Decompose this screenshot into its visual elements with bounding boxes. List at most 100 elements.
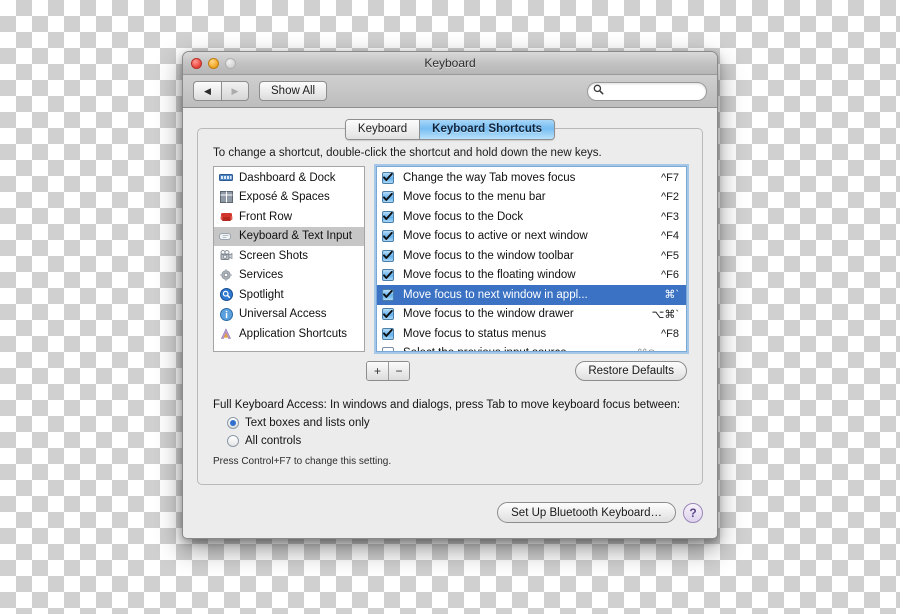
sidebar-item-label: Keyboard & Text Input (239, 230, 352, 243)
setup-bluetooth-keyboard-button[interactable]: Set Up Bluetooth Keyboard… (497, 502, 676, 523)
shortcut-row-selected[interactable]: Move focus to next window in appl... ⌘` (377, 285, 686, 305)
shortcut-checkbox[interactable] (382, 171, 394, 184)
shortcut-checkbox[interactable] (382, 210, 394, 223)
sidebar-item-spotlight[interactable]: Spotlight (214, 285, 364, 305)
shortcut-label: Change the way Tab moves focus (403, 171, 576, 184)
help-button[interactable]: ? (683, 502, 703, 523)
show-all-button[interactable]: Show All (259, 81, 328, 101)
shortcut-label: Move focus to status menus (403, 327, 547, 340)
sidebar-item-keyboard-text-input[interactable]: Keyboard & Text Input (214, 226, 364, 246)
spotlight-icon (218, 288, 234, 302)
shortcut-row[interactable]: Move focus to the Dock ^F3 (377, 207, 686, 227)
sidebar-item-label: Screen Shots (239, 249, 309, 262)
radio-option-text-boxes[interactable]: Text boxes and lists only (213, 417, 687, 429)
window-body: Keyboard Keyboard Shortcuts To change a … (183, 108, 717, 537)
info-circle-icon (218, 307, 234, 321)
sidebar-item-front-row[interactable]: Front Row (214, 207, 364, 227)
shortcut-checkbox[interactable] (382, 249, 394, 262)
sidebar-item-label: Application Shortcuts (239, 327, 348, 340)
shortcut-checkbox[interactable] (382, 308, 394, 321)
radio-button-selected[interactable] (227, 417, 239, 429)
tab-keyboard-shortcuts[interactable]: Keyboard Shortcuts (419, 120, 555, 139)
radio-option-all-controls[interactable]: All controls (213, 435, 687, 447)
shortcuts-panel: To change a shortcut, double-click the s… (197, 128, 703, 485)
shortcut-keys: ^F5 (661, 249, 679, 262)
sidebar-item-label: Universal Access (239, 308, 327, 321)
sidebar-item-label: Spotlight (239, 288, 284, 301)
sidebar-item-label: Exposé & Spaces (239, 191, 330, 204)
shortcut-row[interactable]: Select the previous input source ⌘Space (377, 344, 686, 351)
shortcut-keys: ⌥⌘` (651, 308, 679, 321)
shortcut-label: Move focus to the window toolbar (403, 249, 574, 262)
navigation-buttons: ◀ ▶ (193, 81, 249, 101)
shortcut-keys: ^F3 (661, 210, 679, 223)
list-controls: + − Restore Defaults (213, 361, 687, 381)
full-keyboard-access-label: Full Keyboard Access: In windows and dia… (213, 399, 681, 411)
shortcut-checkbox[interactable] (382, 230, 394, 243)
shortcut-keys: ^F8 (661, 327, 679, 340)
spaces-grid-icon (218, 190, 234, 204)
shortcut-checkbox[interactable] (382, 191, 394, 204)
shortcut-label: Move focus to next window in appl... (403, 288, 588, 301)
window-title: Keyboard (424, 56, 476, 70)
sidebar-item-label: Front Row (239, 210, 293, 223)
category-list[interactable]: Dashboard & Dock Exposé & Spaces Front R… (213, 166, 365, 352)
shortcut-row[interactable]: Move focus to active or next window ^F4 (377, 227, 686, 247)
camera-icon (218, 249, 234, 263)
shortcut-keys: ^F2 (661, 191, 679, 204)
keyboard-icon (218, 229, 234, 243)
sidebar-item-label: Services (239, 269, 284, 282)
search-input[interactable] (607, 85, 703, 97)
search-field[interactable] (587, 81, 707, 101)
shortcut-row[interactable]: Move focus to the floating window ^F6 (377, 266, 686, 286)
window-footer: Set Up Bluetooth Keyboard… ? (497, 502, 703, 523)
dock-icon (218, 171, 234, 185)
app-shortcuts-icon (218, 327, 234, 341)
forward-button[interactable]: ▶ (221, 81, 249, 101)
tab-keyboard[interactable]: Keyboard (345, 120, 420, 139)
add-remove-group: + − (366, 361, 410, 381)
radio-label: All controls (245, 435, 302, 447)
shortcut-checkbox[interactable] (382, 347, 394, 351)
sidebar-item-dashboard-dock[interactable]: Dashboard & Dock (214, 168, 364, 188)
shortcut-row[interactable]: Move focus to status menus ^F8 (377, 324, 686, 344)
search-icon (593, 82, 604, 100)
shortcut-row[interactable]: Change the way Tab moves focus ^F7 (377, 168, 686, 188)
sidebar-item-screen-shots[interactable]: Screen Shots (214, 246, 364, 266)
shortcut-label: Move focus to the window drawer (403, 308, 574, 321)
remove-shortcut-button[interactable]: − (388, 362, 409, 380)
sidebar-item-expose-spaces[interactable]: Exposé & Spaces (214, 188, 364, 208)
radio-button[interactable] (227, 435, 239, 447)
lists-container: Dashboard & Dock Exposé & Spaces Front R… (213, 166, 687, 352)
add-shortcut-button[interactable]: + (367, 362, 388, 380)
sidebar-item-universal-access[interactable]: Universal Access (214, 305, 364, 325)
shortcut-label: Select the previous input source (403, 347, 637, 351)
shortcut-row[interactable]: Move focus to the window drawer ⌥⌘` (377, 305, 686, 325)
shortcut-row[interactable]: Move focus to the window toolbar ^F5 (377, 246, 686, 266)
shortcut-label: Move focus to the menu bar (403, 191, 546, 204)
shortcut-keys: ⌘` (664, 289, 679, 302)
shortcut-keys: ^F4 (661, 230, 679, 243)
sidebar-item-label: Dashboard & Dock (239, 171, 336, 184)
shortcut-checkbox[interactable] (382, 269, 394, 282)
front-row-icon (218, 210, 234, 224)
shortcut-keys: ⌘Space (637, 347, 679, 351)
gear-icon (218, 268, 234, 282)
tab-group: Keyboard Keyboard Shortcuts (344, 119, 556, 140)
shortcut-row[interactable]: Move focus to the menu bar ^F2 (377, 188, 686, 208)
sidebar-item-services[interactable]: Services (214, 266, 364, 286)
shortcut-checkbox[interactable] (382, 327, 394, 340)
restore-defaults-button[interactable]: Restore Defaults (575, 361, 687, 381)
instruction-text: To change a shortcut, double-click the s… (213, 147, 602, 159)
keyboard-preferences-window: Keyboard ◀ ▶ Show All Keyboard Keyboard … (182, 51, 718, 539)
window-titlebar: Keyboard (183, 52, 717, 75)
shortcut-checkbox[interactable] (382, 288, 394, 301)
shortcut-label: Move focus to the Dock (403, 210, 524, 223)
shortcut-keys: ^F7 (661, 171, 679, 184)
radio-label: Text boxes and lists only (245, 417, 370, 429)
shortcut-list[interactable]: Change the way Tab moves focus ^F7 Move … (376, 166, 687, 352)
shortcut-label: Move focus to active or next window (403, 230, 588, 243)
back-button[interactable]: ◀ (193, 81, 221, 101)
setting-note: Press Control+F7 to change this setting. (213, 456, 392, 467)
sidebar-item-application-shortcuts[interactable]: Application Shortcuts (214, 324, 364, 344)
